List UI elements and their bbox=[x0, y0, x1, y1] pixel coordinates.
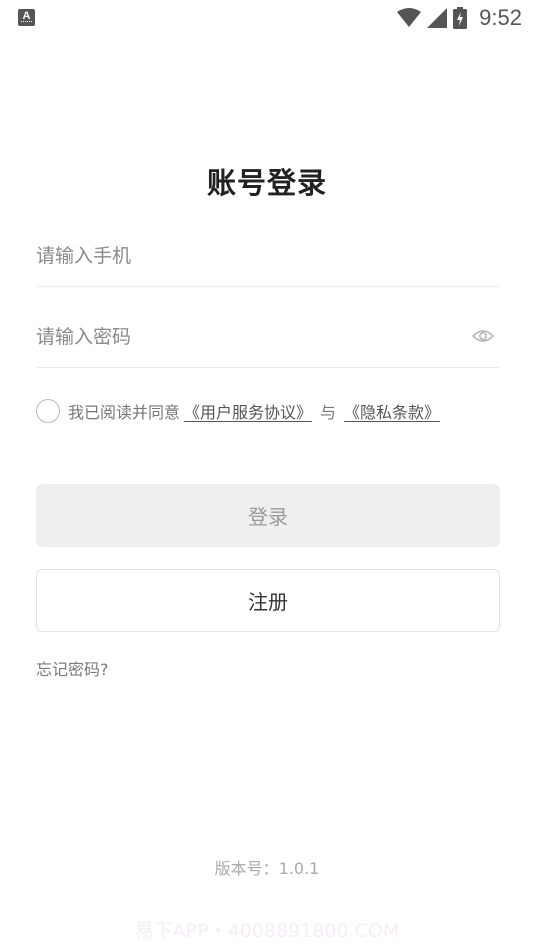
agreement-checkbox[interactable] bbox=[36, 399, 60, 423]
status-bar: A 9:52 bbox=[0, 0, 534, 36]
battery-charging-icon bbox=[453, 7, 468, 29]
eye-icon[interactable] bbox=[472, 327, 494, 345]
version-label: 版本号：1.0.1 bbox=[214, 859, 320, 878]
page-title: 账号登录 bbox=[206, 166, 327, 200]
privacy-policy-link[interactable]: 《隐私条款》 bbox=[344, 399, 440, 423]
watermark: 易下APP・4008891800.COM bbox=[134, 920, 400, 942]
agreement-text: 我已阅读并同意 bbox=[68, 403, 181, 422]
password-input[interactable] bbox=[36, 307, 456, 367]
cellular-signal-icon bbox=[427, 8, 448, 28]
register-button[interactable]: 注册 bbox=[36, 569, 500, 632]
app-notification-icon: A bbox=[18, 9, 35, 26]
user-agreement-link[interactable]: 《用户服务协议》 bbox=[184, 399, 312, 423]
status-icons: 9:52 bbox=[397, 5, 522, 31]
wifi-icon bbox=[397, 8, 422, 27]
phone-field bbox=[36, 226, 500, 287]
password-field bbox=[36, 307, 500, 368]
agreement-and: 与 bbox=[320, 403, 337, 422]
agreement-row: 我已阅读并同意 《用户服务协议》 与 《隐私条款》 bbox=[36, 397, 444, 425]
login-button[interactable]: 登录 bbox=[36, 484, 500, 547]
phone-input[interactable] bbox=[36, 226, 456, 286]
status-time: 9:52 bbox=[479, 5, 522, 30]
forgot-password-link[interactable]: 忘记密码? bbox=[36, 656, 109, 680]
